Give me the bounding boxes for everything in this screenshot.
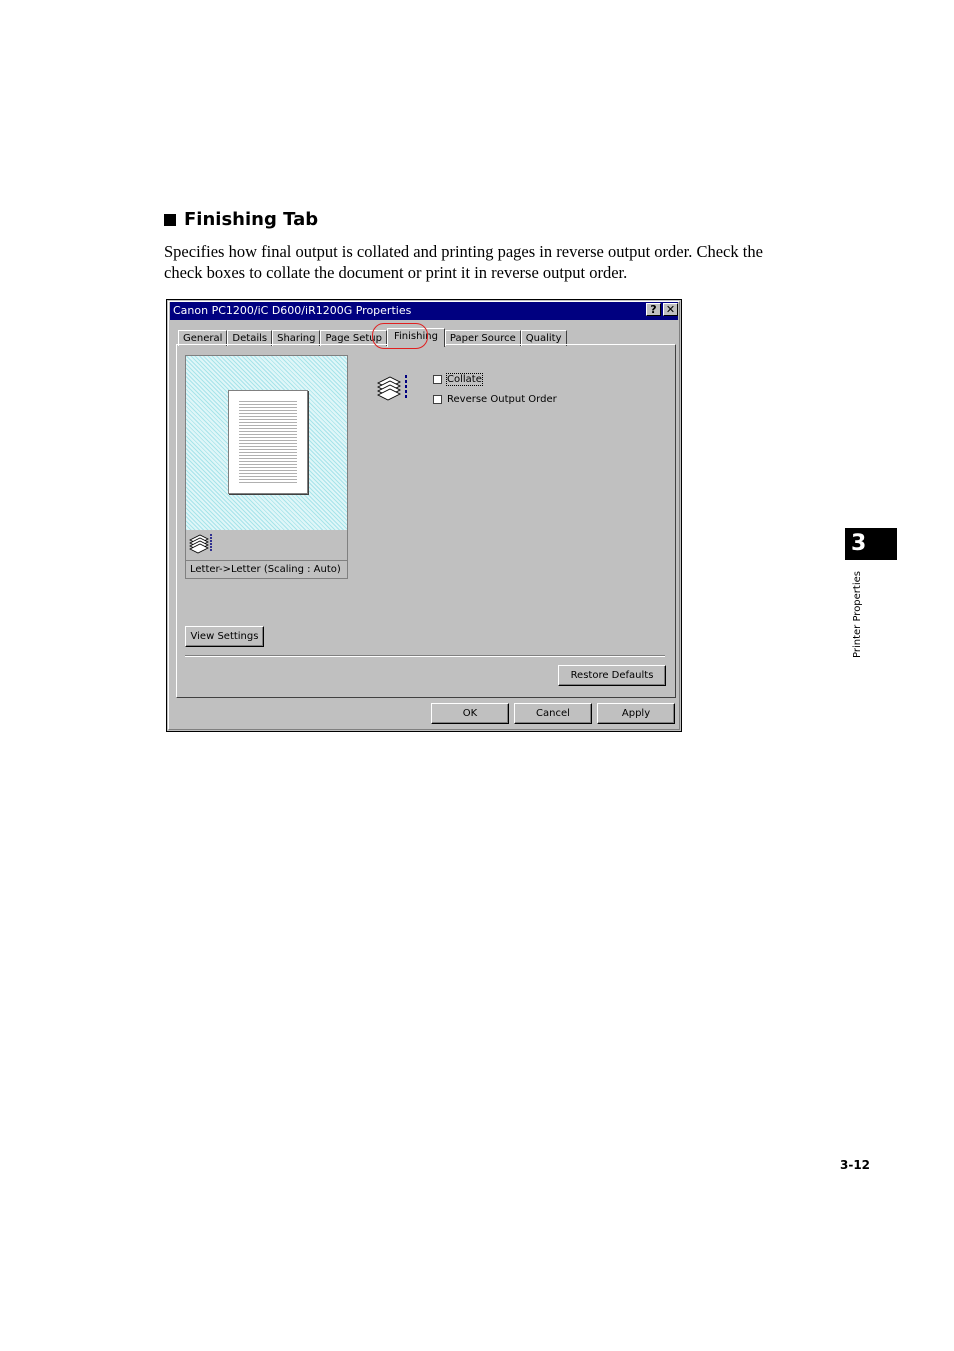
paper-stack-icon (189, 534, 212, 554)
section-body: Specifies how final output is collated a… (164, 241, 814, 283)
ok-button[interactable]: OK (431, 703, 509, 724)
restore-defaults-button[interactable]: Restore Defaults (558, 665, 666, 686)
chapter-label: Printer Properties (852, 571, 863, 658)
preview-caption: Letter->Letter (Scaling : Auto) (186, 560, 347, 578)
finishing-panel: Letter->Letter (Scaling : Auto) Collate … (176, 344, 676, 698)
collate-option[interactable]: Collate (433, 373, 483, 386)
dialog-titlebar[interactable]: Canon PC1200/iC D600/iR1200G Properties (170, 302, 678, 320)
section-title: Finishing Tab (184, 209, 319, 230)
reverse-output-option[interactable]: Reverse Output Order (433, 394, 557, 405)
printer-properties-dialog: Canon PC1200/iC D600/iR1200G Properties … (166, 299, 682, 732)
apply-button[interactable]: Apply (597, 703, 675, 724)
square-bullet-icon (164, 213, 176, 226)
body-line: check boxes to collate the document or p… (164, 263, 628, 282)
tab-highlight-ring (372, 323, 428, 349)
view-settings-button[interactable]: View Settings (185, 626, 264, 647)
panel-separator (185, 655, 665, 657)
cancel-button[interactable]: Cancel (514, 703, 592, 724)
collate-checkbox[interactable] (433, 375, 442, 384)
section-heading: Finishing Tab (164, 209, 318, 230)
dialog-title: Canon PC1200/iC D600/iR1200G Properties (173, 304, 412, 317)
chapter-tab: 3 (845, 528, 897, 560)
collate-label[interactable]: Collate (446, 373, 483, 386)
reverse-output-checkbox[interactable] (433, 395, 442, 404)
page-preview: Letter->Letter (Scaling : Auto) (185, 355, 348, 579)
reverse-output-label[interactable]: Reverse Output Order (447, 394, 557, 405)
page-thumbnail (228, 390, 308, 494)
page-number: 3-12 (840, 1158, 871, 1172)
collate-stack-icon (376, 375, 407, 401)
body-line: Specifies how final output is collated a… (164, 242, 763, 261)
close-button[interactable]: ✕ (663, 303, 678, 316)
help-button[interactable]: ? (646, 303, 661, 316)
preview-area (186, 356, 347, 530)
